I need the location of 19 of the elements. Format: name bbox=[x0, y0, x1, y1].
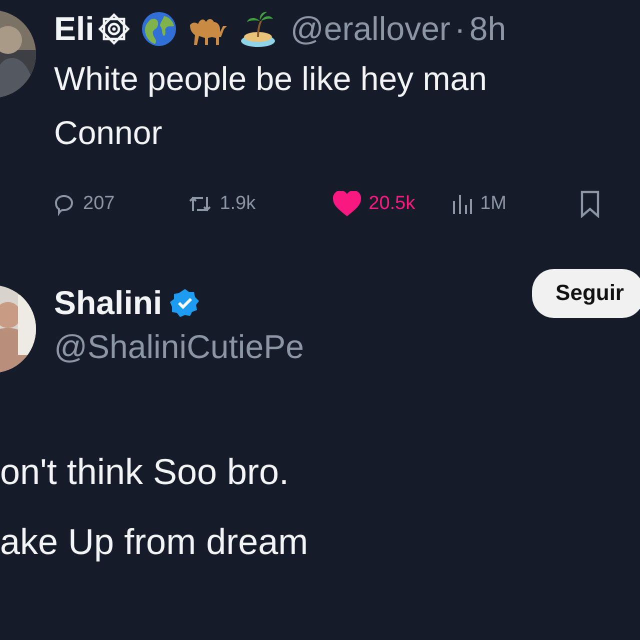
separator-dot: · bbox=[454, 10, 466, 48]
post-text: White people be like hey man Connor bbox=[54, 59, 488, 153]
bookmark-icon[interactable] bbox=[578, 190, 601, 218]
follow-button[interactable]: Seguir bbox=[532, 269, 640, 318]
author-handle: @ShaliniCutiePe bbox=[54, 328, 305, 366]
heart-icon[interactable] bbox=[332, 191, 362, 218]
author-name: Eli bbox=[54, 10, 94, 48]
author-name: Shalini bbox=[54, 284, 162, 321]
speech-bubble-icon[interactable] bbox=[52, 192, 76, 216]
bar-chart-icon[interactable] bbox=[451, 193, 474, 216]
action-count: 207 bbox=[83, 192, 115, 216]
post-time: 8h bbox=[469, 10, 506, 48]
action-count: 1M bbox=[480, 192, 507, 216]
author-handle: @erallover bbox=[290, 10, 450, 48]
action-count: 20.5k bbox=[368, 192, 416, 216]
globe-icon bbox=[140, 10, 178, 48]
action-count: 1.9k bbox=[220, 192, 256, 216]
post-text: on't think Soo bro. ake Up from dream bbox=[0, 450, 310, 564]
star-ornament-icon bbox=[96, 11, 132, 47]
